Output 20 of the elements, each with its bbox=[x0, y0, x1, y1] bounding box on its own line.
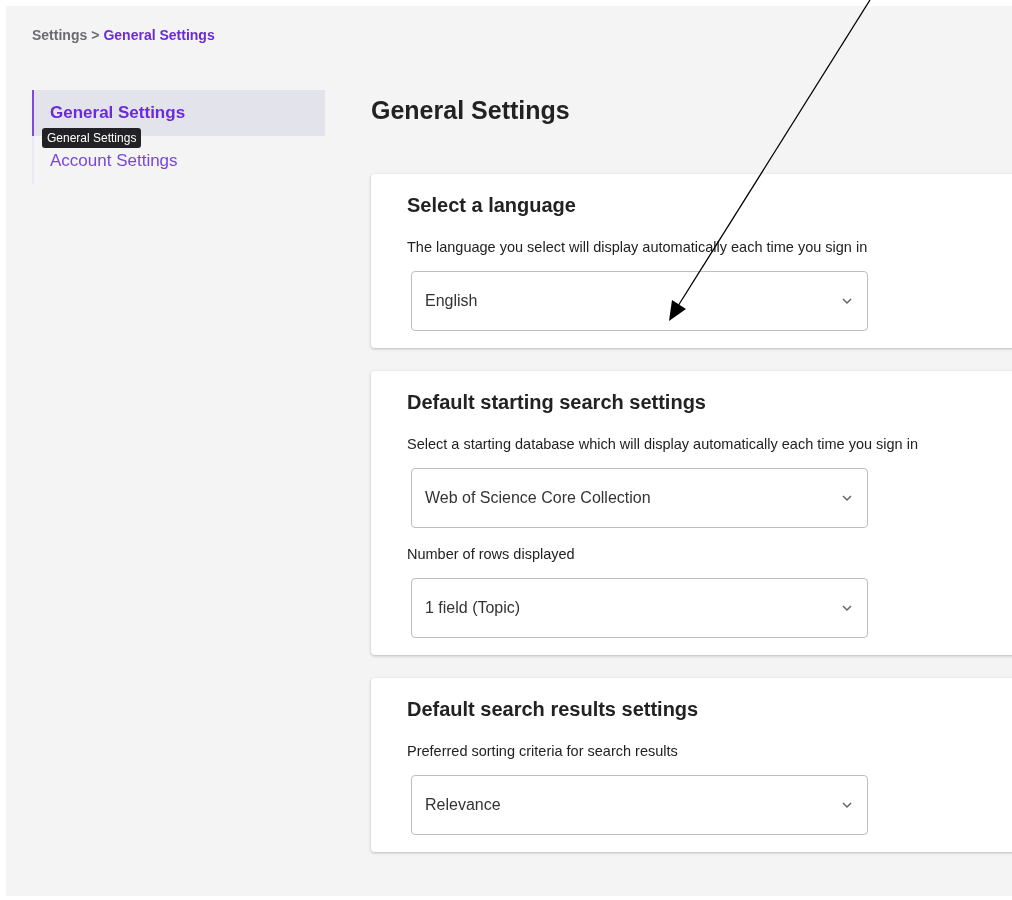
page-title: General Settings bbox=[371, 96, 571, 125]
dropdown[interactable]: Web of Science Core Collection bbox=[411, 468, 868, 528]
section-title: Select a language bbox=[407, 194, 577, 217]
field-label: Number of rows displayed bbox=[407, 546, 576, 562]
chevron-down-icon bbox=[841, 494, 853, 502]
breadcrumb-link[interactable]: Settings bbox=[32, 27, 88, 43]
section-title: Default starting search settings bbox=[407, 391, 707, 414]
breadcrumb-separator: > bbox=[91, 27, 100, 43]
dropdown[interactable]: English bbox=[411, 271, 868, 331]
dropdown[interactable]: 1 field (Topic) bbox=[411, 578, 868, 638]
chevron-down-icon bbox=[841, 604, 853, 612]
chevron-down-icon bbox=[841, 297, 853, 305]
sidebar-item[interactable]: Account Settings bbox=[32, 150, 325, 172]
dropdown[interactable]: Relevance bbox=[411, 775, 868, 835]
field-label: Select a starting database which will display automatically each time you sign in bbox=[407, 436, 919, 452]
chevron-down-icon bbox=[841, 801, 853, 809]
tooltip: General Settings bbox=[42, 128, 142, 148]
field-label: Preferred sorting criteria for search results bbox=[407, 743, 679, 759]
section-title: Default search results settings bbox=[407, 698, 700, 721]
breadcrumb-current: General Settings bbox=[103, 27, 215, 43]
